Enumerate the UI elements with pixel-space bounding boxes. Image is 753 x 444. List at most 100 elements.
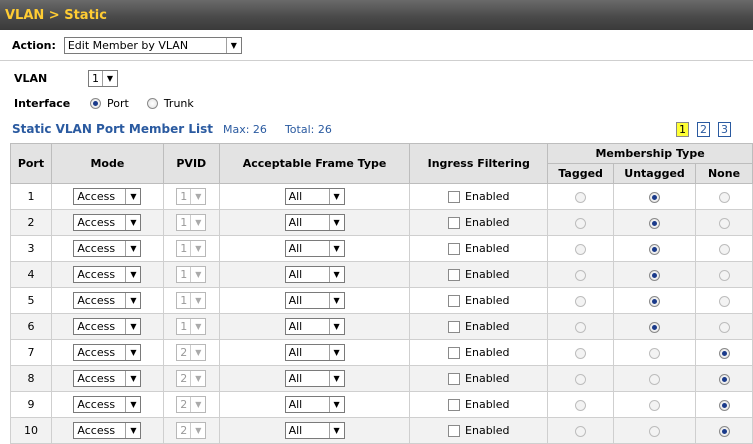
mode-select[interactable]: Access ▼ — [73, 344, 142, 361]
none-radio[interactable] — [718, 295, 730, 307]
none-radio[interactable] — [718, 399, 730, 411]
mode-select[interactable]: Access ▼ — [73, 292, 142, 309]
pvid-select: 1 ▼ — [176, 318, 207, 335]
tagged-radio[interactable] — [575, 425, 587, 437]
mode-select[interactable]: Access ▼ — [73, 188, 142, 205]
untagged-radio[interactable] — [649, 217, 661, 229]
trunk-radio[interactable] — [146, 97, 158, 109]
none-radio[interactable] — [718, 243, 730, 255]
tagged-radio[interactable] — [575, 191, 587, 203]
pvid-value: 2 — [180, 398, 188, 411]
tagged-radio[interactable] — [575, 243, 587, 255]
untagged-radio[interactable] — [649, 269, 661, 281]
frame-type-select[interactable]: All ▼ — [284, 344, 345, 361]
frame-type-select[interactable]: All ▼ — [284, 370, 345, 387]
untagged-radio[interactable] — [649, 295, 661, 307]
mode-value: Access — [77, 372, 116, 385]
frame-type-select[interactable]: All ▼ — [284, 318, 345, 335]
tagged-radio[interactable] — [575, 269, 587, 281]
untagged-radio[interactable] — [649, 321, 661, 333]
mode-select[interactable]: Access ▼ — [73, 396, 142, 413]
frame-type-select[interactable]: All ▼ — [284, 188, 345, 205]
tagged-radio[interactable] — [575, 217, 587, 229]
ingress-checkbox[interactable] — [448, 321, 461, 333]
none-radio[interactable] — [718, 425, 730, 437]
ingress-checkbox[interactable] — [448, 347, 461, 359]
page-2-link[interactable]: 2 — [697, 122, 710, 137]
ingress-checkbox[interactable] — [448, 425, 461, 437]
chevron-down-icon: ▼ — [125, 397, 141, 412]
ingress-checkbox[interactable] — [448, 217, 461, 229]
none-radio[interactable] — [718, 191, 730, 203]
untagged-radio[interactable] — [649, 425, 661, 437]
tagged-radio[interactable] — [575, 321, 587, 333]
frame-type-select[interactable]: All ▼ — [284, 266, 345, 283]
ingress-label: Enabled — [465, 216, 510, 229]
none-radio[interactable] — [718, 269, 730, 281]
untagged-radio[interactable] — [649, 347, 661, 359]
frame-cell: All ▼ — [218, 235, 411, 262]
chevron-down-icon: ▼ — [190, 293, 206, 308]
none-radio[interactable] — [718, 217, 730, 229]
ingress-checkbox[interactable] — [448, 243, 461, 255]
tagged-radio[interactable] — [575, 399, 587, 411]
mode-select[interactable]: Access ▼ — [73, 214, 142, 231]
mode-select[interactable]: Access ▼ — [73, 240, 142, 257]
tagged-radio[interactable] — [575, 295, 587, 307]
pvid-select: 2 ▼ — [176, 344, 207, 361]
mode-select[interactable]: Access ▼ — [73, 318, 142, 335]
port-cell: 9 — [10, 391, 52, 418]
page-1-link[interactable]: 1 — [676, 122, 689, 137]
frame-type-select[interactable]: All ▼ — [284, 214, 345, 231]
ingress-label: Enabled — [465, 424, 510, 437]
mode-select[interactable]: Access ▼ — [73, 266, 142, 283]
tagged-radio[interactable] — [575, 373, 587, 385]
ingress-checkbox[interactable] — [448, 269, 461, 281]
ingress-checkbox[interactable] — [448, 191, 461, 203]
frame-cell: All ▼ — [218, 365, 411, 392]
table-row: 1 Access ▼ 1 ▼ All ▼ Enabled — [10, 183, 753, 210]
port-radio-label: Port — [107, 96, 129, 110]
col-ingress: Ingress Filtering — [409, 143, 549, 184]
port-radio[interactable] — [90, 97, 101, 109]
ingress-checkbox[interactable] — [448, 295, 461, 307]
none-radio[interactable] — [718, 321, 730, 333]
chevron-down-icon: ▼ — [125, 371, 141, 386]
frame-cell: All ▼ — [218, 339, 411, 366]
chevron-down-icon: ▼ — [190, 267, 206, 282]
frame-type-select[interactable]: All ▼ — [284, 292, 345, 309]
pvid-select: 2 ▼ — [176, 396, 207, 413]
frame-type-select[interactable]: All ▼ — [284, 240, 345, 257]
untagged-cell — [613, 287, 697, 314]
none-cell — [695, 365, 753, 392]
untagged-radio[interactable] — [649, 399, 661, 411]
col-none: None — [695, 163, 753, 184]
pvid-value: 2 — [180, 372, 188, 385]
none-radio[interactable] — [718, 347, 730, 359]
mode-cell: Access ▼ — [50, 365, 164, 392]
pvid-select: 1 ▼ — [176, 240, 207, 257]
action-select[interactable]: Edit Member by VLAN ▼ — [63, 36, 242, 54]
untagged-radio[interactable] — [649, 373, 661, 385]
chevron-down-icon: ▼ — [328, 267, 344, 282]
ingress-checkbox[interactable] — [448, 373, 461, 385]
ingress-cell: Enabled — [409, 391, 549, 418]
ingress-checkbox[interactable] — [448, 399, 461, 411]
vlan-select[interactable]: 1 ▼ — [88, 69, 118, 87]
page-3-link[interactable]: 3 — [718, 122, 731, 137]
chevron-down-icon: ▼ — [125, 293, 141, 308]
untagged-radio[interactable] — [649, 191, 661, 203]
tagged-radio[interactable] — [575, 347, 587, 359]
untagged-cell — [613, 391, 697, 418]
interface-label: Interface — [14, 96, 71, 110]
frame-value: All — [288, 216, 303, 229]
vlan-select-value: 1 — [92, 71, 99, 85]
mode-select[interactable]: Access ▼ — [73, 370, 142, 387]
mode-select[interactable]: Access ▼ — [73, 422, 142, 439]
frame-type-select[interactable]: All ▼ — [284, 422, 345, 439]
untagged-radio[interactable] — [649, 243, 661, 255]
frame-type-select[interactable]: All ▼ — [284, 396, 345, 413]
none-radio[interactable] — [718, 373, 730, 385]
chevron-down-icon: ▼ — [190, 189, 206, 204]
pagination: 1 2 3 — [676, 122, 731, 137]
